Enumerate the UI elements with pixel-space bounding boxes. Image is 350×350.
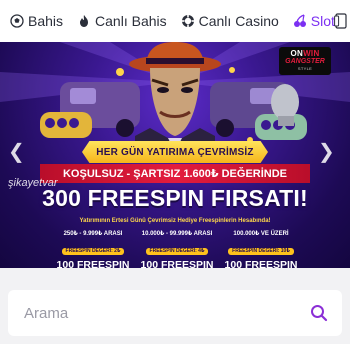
search-bar [8,290,342,336]
chevron-right-icon[interactable]: ❯ [318,142,335,162]
flame-icon [80,15,89,27]
top-navigation: Bahis Canlı Bahis Canlı Casino Slot [0,0,350,42]
promo-ribbon: HER GÜN YATIRIMA ÇEVRİMSİZ [82,141,268,163]
chevron-left-icon[interactable]: ❮ [8,142,25,162]
cherry-icon [293,14,306,27]
promo-tier: 250₺ - 9.999₺ ARASI FREESPIN DEĞERİ: 2₺ … [54,230,132,268]
tier-value-pill: FREESPIN DEĞERİ: 2₺ [61,248,125,255]
tier-value-pill: FREESPIN DEĞERİ: 10₺ [228,248,294,255]
tier-range: 250₺ - 9.999₺ ARASI [63,231,123,237]
nav-label: Bahis [28,13,64,29]
nav-label: Canlı Bahis [95,13,167,29]
tier-range: 100.000₺ VE ÜZERİ [233,231,289,237]
promo-condition: KOŞULSUZ - ŞARTSIZ 1.600₺ DEĞERİNDE [40,164,310,183]
next-section-edge [0,344,350,350]
nav-item-bahis[interactable]: Bahis [10,0,63,42]
poker-chip-icon [181,15,194,27]
promo-tier: 10.000₺ - 99.999₺ ARASI FREESPIN DEĞERİ:… [138,230,216,268]
nav-label: Canlı Casino [198,13,279,29]
brand-logo-text: ON [290,49,304,58]
promo-subline: Yatırımının Ertesi Günü Çevrimsiz Hediye… [79,218,271,224]
cards-icon[interactable] [334,12,348,30]
brand-logo-subtitle: GANGSTER [285,58,325,65]
tier-value-pill: FREESPIN DEĞERİ: 4₺ [145,248,209,255]
promo-banner[interactable]: ONWIN GANGSTER STYLE ❮ ❯ HER GÜN YATIRIM… [0,42,350,268]
nav-item-slot[interactable]: Slot [293,0,335,42]
brand-logo-tagline: STYLE [297,66,313,71]
tier-amount: 100 FREESPIN [224,259,298,268]
nav-item-canli-bahis[interactable]: Canlı Bahis [77,0,167,42]
promo-tier: 100.000₺ VE ÜZERİ FREESPIN DEĞERİ: 10₺ 1… [222,230,300,268]
brand-logo: ONWIN GANGSTER STYLE [279,47,331,75]
tier-amount: 100 FREESPIN [140,259,214,268]
promo-headline: 300 FREESPIN FIRSATI! [42,185,308,211]
brass-knuckles-left [40,112,92,138]
search-input[interactable] [22,303,310,323]
soccer-ball-icon [10,14,24,28]
brand-logo-text-highlight: WIN [303,49,320,58]
gangster-character [129,42,221,152]
tier-amount: 100 FREESPIN [56,259,130,268]
tier-range: 10.000₺ - 99.999₺ ARASI [141,231,213,237]
nav-label: Slot [310,13,335,29]
nav-item-canli-casino[interactable]: Canlı Casino [181,0,279,42]
search-icon[interactable] [310,304,328,322]
promo-tiers: 250₺ - 9.999₺ ARASI FREESPIN DEĞERİ: 2₺ … [54,230,300,268]
